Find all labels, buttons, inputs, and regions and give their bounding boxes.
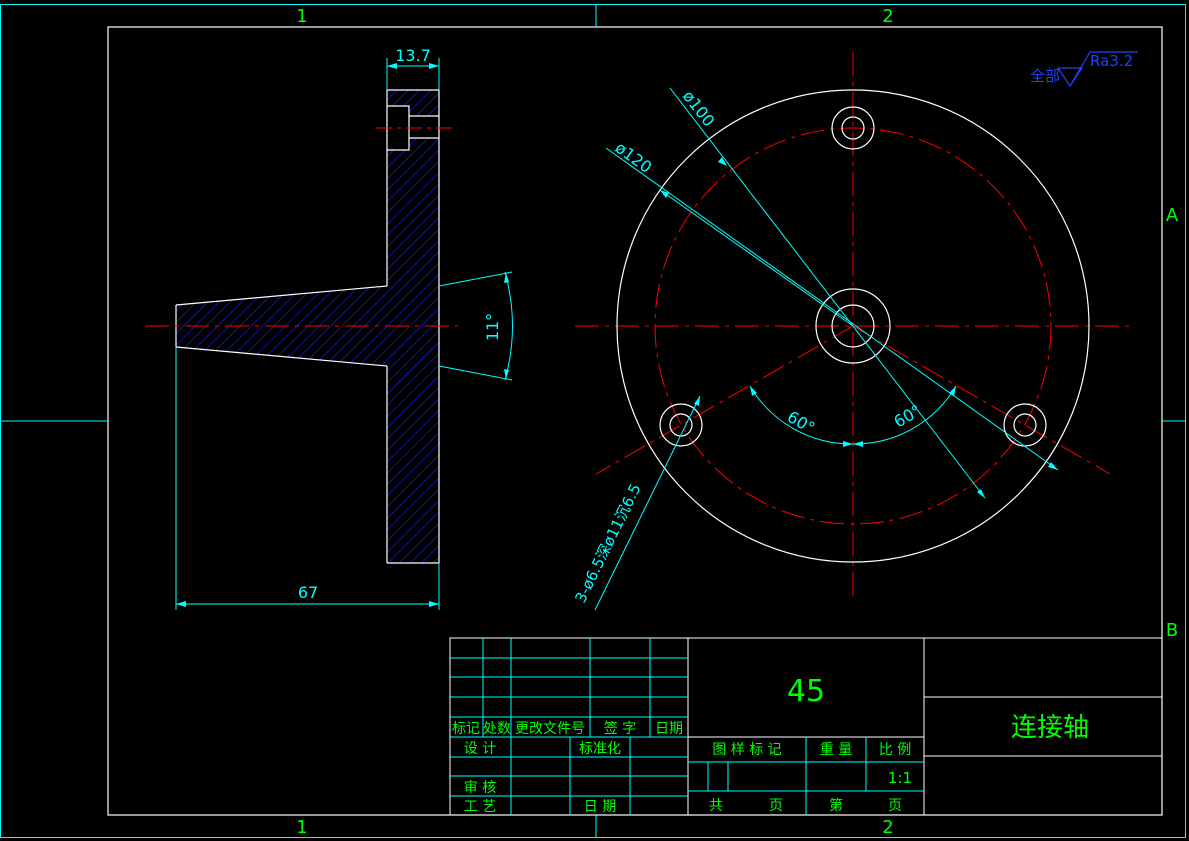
zone-col-2-bottom: 2 xyxy=(882,817,893,838)
roughness-prefix: 全部 xyxy=(1030,67,1060,85)
hole-left-counterbore xyxy=(659,403,703,447)
label-stage-mark: 图 样 标 记 xyxy=(712,742,781,758)
label-process: 工 艺 xyxy=(464,799,496,815)
rev-header-sign: 签 字 xyxy=(604,720,636,737)
zone-col-1-top: 1 xyxy=(296,6,307,27)
label-weight: 重 量 xyxy=(820,742,852,758)
plan-leaders xyxy=(594,87,1059,611)
dim-pcd-100: ø100 xyxy=(679,87,719,130)
zone-row-b: B xyxy=(1166,620,1178,641)
plan-arrowheads xyxy=(660,157,1058,498)
plan-view: ø100 ø120 3-ø6.5深ø11沉6.5 60° 60° xyxy=(571,52,1135,611)
section-view: 13.7 67 11° xyxy=(145,46,513,610)
title-block: 标记 处数 更改文件号 签 字 日期 设 计 标准化 审 核 工 艺 日 期 4… xyxy=(449,637,1163,816)
zone-col-1-bottom: 1 xyxy=(296,817,307,838)
label-sheet-no: 第 xyxy=(829,797,843,814)
rev-header-doc: 更改文件号 xyxy=(515,721,585,737)
plan-centerlines xyxy=(575,52,1135,602)
label-total: 共 xyxy=(709,798,723,814)
hole-left xyxy=(669,413,693,437)
label-standardize: 标准化 xyxy=(579,741,621,757)
drawing-sheet: 1 2 1 2 A B 全部 Ra3.2 13.7 67 11° ø100 ø1… xyxy=(0,4,1186,838)
label-design: 设 计 xyxy=(464,741,496,757)
rev-header-date: 日期 xyxy=(655,721,683,737)
dim-length: 67 xyxy=(298,583,318,602)
dim-angle-right: 60° xyxy=(891,401,925,432)
label-review: 审 核 xyxy=(464,780,496,796)
dim-dia-120: ø120 xyxy=(612,138,656,177)
zone-col-2-top: 2 xyxy=(882,6,893,27)
rev-header-count: 处数 xyxy=(483,721,511,737)
dim-angle-left: 60° xyxy=(784,407,818,438)
dim-taper-angle: 11° xyxy=(483,313,502,341)
part-name: 连接轴 xyxy=(1011,713,1089,743)
dim-holes-spec: 3-ø6.5深ø11沉6.5 xyxy=(571,481,644,606)
scale-value: 1:1 xyxy=(888,769,912,787)
label-scale: 比 例 xyxy=(879,742,911,758)
material-value: 45 xyxy=(787,674,825,709)
roughness-symbol: 全部 Ra3.2 xyxy=(1030,51,1138,88)
sheet-frame: 1 2 1 2 A B xyxy=(0,4,1186,838)
roughness-value: Ra3.2 xyxy=(1090,52,1133,70)
through-hole-void xyxy=(409,116,439,138)
dim-thickness: 13.7 xyxy=(395,46,431,65)
label-sheets-unit-1: 页 xyxy=(769,798,783,814)
rev-header-mark: 标记 xyxy=(452,721,480,737)
label-date: 日 期 xyxy=(584,799,616,815)
label-sheets-unit-2: 页 xyxy=(888,798,902,814)
zone-row-a: A xyxy=(1166,205,1179,226)
